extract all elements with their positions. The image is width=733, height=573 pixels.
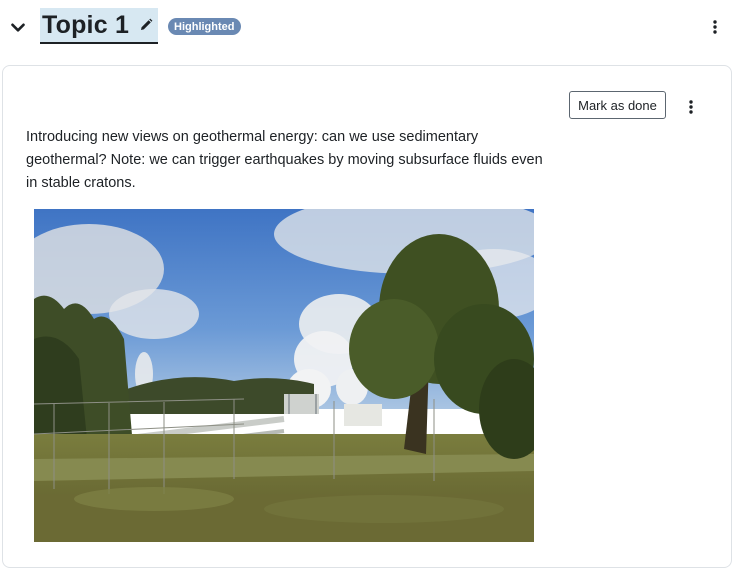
highlighted-badge: Highlighted [168, 18, 241, 35]
kebab-menu-icon [689, 100, 693, 114]
chevron-down-icon [11, 23, 25, 32]
section-menu-button[interactable] [706, 16, 724, 38]
edit-title-button[interactable] [138, 17, 154, 33]
geothermal-plant-photo [34, 209, 534, 542]
mark-as-done-button[interactable]: Mark as done [569, 91, 666, 119]
geothermal-plant-image [34, 209, 534, 542]
collapse-toggle[interactable] [8, 18, 28, 38]
section-title-container: Topic 1 [40, 8, 159, 44]
activity-description: Introducing new views on geothermal ener… [26, 129, 543, 191]
kebab-menu-icon [713, 20, 717, 34]
section-header: Topic 1 Highlighted [0, 0, 733, 60]
pencil-icon [141, 18, 153, 30]
activity-card: Mark as done Introducing new views on ge… [2, 65, 732, 568]
activity-menu-button[interactable] [682, 96, 700, 118]
section-title[interactable]: Topic 1 [42, 11, 129, 40]
